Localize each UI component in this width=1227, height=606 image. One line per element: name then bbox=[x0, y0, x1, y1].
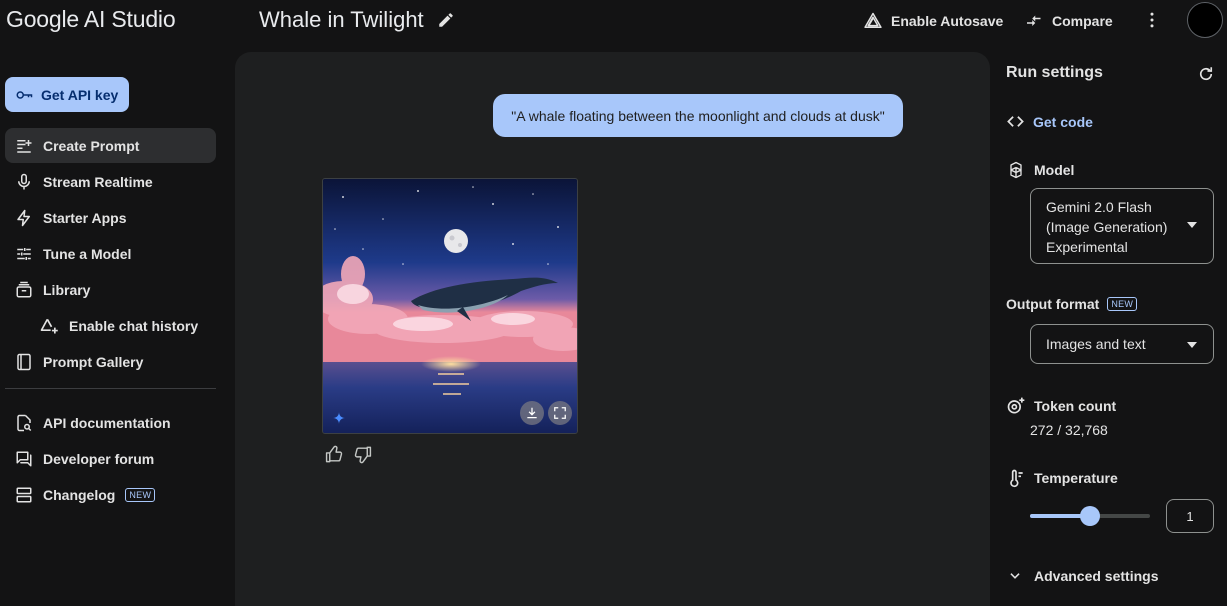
model-select-line-2: (Image Generation) bbox=[1046, 219, 1168, 235]
edit-icon[interactable] bbox=[437, 11, 455, 29]
sidebar-item-label: Changelog bbox=[43, 486, 116, 503]
changelog-icon bbox=[15, 486, 33, 504]
sidebar-item-developer-forum[interactable]: Developer forum bbox=[5, 441, 216, 476]
advanced-settings-label: Advanced settings bbox=[1034, 568, 1159, 584]
output-format-label: Output format NEW bbox=[1006, 296, 1138, 312]
gemini-spark-icon bbox=[333, 412, 345, 424]
drive-add-icon bbox=[39, 316, 59, 336]
sidebar-item-api-documentation[interactable]: API documentation bbox=[5, 405, 216, 440]
output-format-select[interactable]: Images and text bbox=[1030, 324, 1214, 364]
new-badge: NEW bbox=[1107, 297, 1138, 311]
compare-icon bbox=[1024, 11, 1044, 31]
dropdown-caret-icon bbox=[1187, 222, 1197, 228]
api-key-label: Get API key bbox=[41, 86, 119, 103]
drive-icon bbox=[863, 11, 883, 31]
forum-icon bbox=[15, 450, 33, 468]
download-icon bbox=[527, 407, 537, 419]
library-icon bbox=[15, 281, 33, 299]
sidebar-item-create-prompt[interactable]: Create Prompt bbox=[5, 128, 216, 163]
chevron-down-icon bbox=[1008, 569, 1022, 583]
sidebar-item-label: Developer forum bbox=[43, 450, 155, 467]
tune-icon bbox=[15, 245, 33, 263]
sidebar-item-label: Create Prompt bbox=[43, 137, 140, 154]
sidebar-item-enable-chat-history[interactable]: Enable chat history bbox=[5, 308, 216, 343]
bolt-icon bbox=[15, 209, 33, 227]
model-select-line-1: Gemini 2.0 Flash bbox=[1046, 199, 1152, 215]
more-options-icon[interactable] bbox=[1142, 10, 1162, 30]
temperature-label-text: Temperature bbox=[1034, 470, 1118, 486]
sidebar-item-library[interactable]: Library bbox=[5, 272, 216, 307]
sidebar-item-changelog[interactable]: Changelog NEW bbox=[5, 477, 216, 512]
enable-autosave-button[interactable]: Enable Autosave bbox=[863, 10, 1003, 32]
advanced-settings-toggle[interactable]: Advanced settings bbox=[1008, 568, 1158, 584]
model-icon bbox=[1006, 160, 1026, 180]
sidebar-item-label: Starter Apps bbox=[43, 209, 127, 226]
download-image-button[interactable] bbox=[520, 401, 544, 425]
autosave-label: Enable Autosave bbox=[891, 13, 1004, 29]
refresh-icon[interactable] bbox=[1197, 65, 1215, 83]
user-prompt-text: "A whale floating between the moonlight … bbox=[511, 107, 885, 124]
sidebar-item-label: Enable chat history bbox=[69, 317, 199, 334]
user-prompt-bubble: "A whale floating between the moonlight … bbox=[493, 94, 903, 137]
get-code-link[interactable]: Get code bbox=[1006, 112, 1093, 131]
key-icon bbox=[15, 86, 33, 104]
compare-label: Compare bbox=[1052, 13, 1113, 29]
sidebar-item-label: Stream Realtime bbox=[43, 173, 153, 190]
create-prompt-icon bbox=[15, 137, 33, 155]
temperature-label: Temperature bbox=[1006, 468, 1118, 488]
token-count-value: 272 / 32,768 bbox=[1030, 422, 1108, 438]
code-icon bbox=[1006, 112, 1025, 131]
gallery-icon bbox=[15, 353, 33, 371]
model-label: Model bbox=[1006, 160, 1074, 180]
token-count-label-text: Token count bbox=[1034, 398, 1117, 414]
document-title[interactable]: Whale in Twilight bbox=[259, 7, 424, 33]
run-settings-title: Run settings bbox=[1006, 64, 1103, 81]
docs-icon bbox=[15, 414, 33, 432]
token-count-label: Token count bbox=[1006, 396, 1116, 416]
compare-button[interactable]: Compare bbox=[1024, 10, 1113, 32]
token-icon bbox=[1006, 396, 1026, 416]
generated-image[interactable] bbox=[322, 178, 578, 434]
slider-thumb[interactable] bbox=[1080, 506, 1100, 526]
temperature-input[interactable] bbox=[1166, 499, 1214, 533]
fullscreen-icon bbox=[554, 407, 566, 419]
sidebar-item-label: API documentation bbox=[43, 414, 171, 431]
thumbs-down-icon[interactable] bbox=[353, 445, 372, 464]
avatar[interactable] bbox=[1187, 2, 1223, 38]
sidebar-item-starter-apps[interactable]: Starter Apps bbox=[5, 200, 216, 235]
dropdown-caret-icon bbox=[1187, 342, 1197, 348]
sidebar-item-label: Prompt Gallery bbox=[43, 353, 144, 370]
thumbs-up-icon[interactable] bbox=[325, 445, 344, 464]
microphone-icon bbox=[15, 173, 33, 191]
output-format-value: Images and text bbox=[1046, 336, 1146, 352]
model-select-line-3: Experimental bbox=[1046, 239, 1128, 255]
output-format-label-text: Output format bbox=[1006, 296, 1100, 312]
sidebar-item-prompt-gallery[interactable]: Prompt Gallery bbox=[5, 344, 216, 379]
model-label-text: Model bbox=[1034, 162, 1075, 178]
get-code-label: Get code bbox=[1033, 113, 1093, 130]
thermometer-icon bbox=[1006, 468, 1026, 488]
new-badge: NEW bbox=[125, 487, 156, 502]
sidebar-item-label: Library bbox=[43, 281, 91, 298]
whale-image-illustration bbox=[323, 179, 577, 433]
app-title: Google AI Studio bbox=[6, 6, 176, 32]
temperature-slider[interactable] bbox=[1030, 506, 1150, 526]
sidebar-item-stream-realtime[interactable]: Stream Realtime bbox=[5, 164, 216, 199]
sidebar-item-label: Tune a Model bbox=[43, 245, 132, 262]
get-api-key-button[interactable]: Get API key bbox=[5, 77, 129, 112]
fullscreen-image-button[interactable] bbox=[548, 401, 572, 425]
sidebar-item-tune-model[interactable]: Tune a Model bbox=[5, 236, 216, 271]
sidebar-divider bbox=[5, 388, 216, 389]
model-select[interactable]: Gemini 2.0 Flash (Image Generation) Expe… bbox=[1030, 188, 1214, 264]
